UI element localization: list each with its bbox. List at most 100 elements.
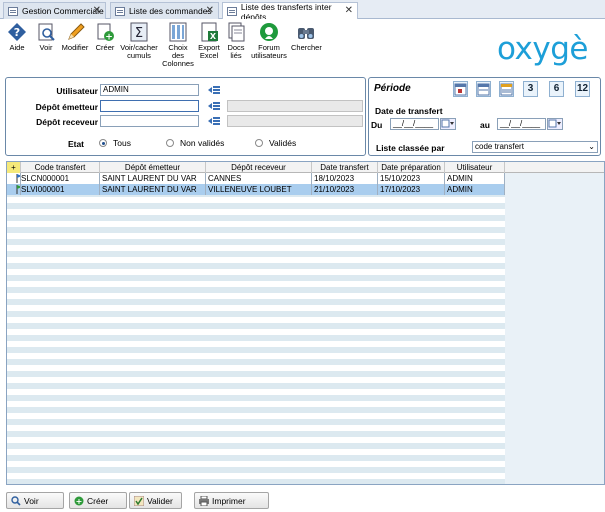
- close-icon[interactable]: ✕: [93, 5, 101, 16]
- calendar-12-months-button[interactable]: 12: [575, 81, 590, 97]
- calendar-week-button[interactable]: [476, 81, 491, 97]
- liste-classee-label: Liste classée par: [376, 143, 445, 153]
- date-picker-icon[interactable]: [440, 118, 456, 130]
- forum-utilisateurs-button[interactable]: Forum utilisateurs: [251, 22, 287, 60]
- sigma-icon: Σ: [129, 22, 149, 42]
- table-cell: 17/10/2023: [378, 184, 445, 195]
- pencil-icon: [65, 22, 85, 42]
- aide-label: Aide: [9, 43, 25, 52]
- table-cell: SLVI000001: [21, 184, 100, 195]
- add-row-button[interactable]: +: [7, 162, 21, 173]
- etat-radio-non-valides[interactable]: Non validés: [166, 138, 224, 148]
- close-icon[interactable]: ✕: [206, 5, 214, 16]
- export-excel-button[interactable]: X Export Excel: [197, 22, 221, 60]
- etat-option-label: Tous: [113, 138, 131, 148]
- utilisateur-field[interactable]: ADMIN: [100, 84, 199, 96]
- date-picker-icon[interactable]: [547, 118, 563, 130]
- linked-docs-icon: [226, 22, 246, 42]
- etat-radio-valides[interactable]: Validés: [255, 138, 296, 148]
- table-cell: SLCN000001: [21, 173, 100, 184]
- calendar-6-months-button[interactable]: 6: [549, 81, 564, 97]
- brand-logo: oxygè: [497, 31, 588, 67]
- chevron-down-icon: ⌄: [588, 142, 595, 151]
- lookup-icon[interactable]: [208, 85, 220, 95]
- aide-button[interactable]: ? Aide: [5, 22, 29, 52]
- table-row[interactable]: SLCN000001 SAINT LAURENT DU VAR CANNES 18/1…: [7, 173, 505, 184]
- svg-text:Σ: Σ: [135, 26, 143, 41]
- voir-bottom-button[interactable]: Voir: [6, 492, 64, 509]
- close-icon[interactable]: ✕: [345, 5, 353, 16]
- excel-icon: X: [199, 22, 219, 42]
- depot-emetteur-label: Dépôt émetteur: [35, 102, 98, 112]
- depot-emetteur-field[interactable]: [100, 100, 199, 112]
- calendar-month-button[interactable]: [499, 81, 514, 97]
- app-window: Gestion Commerciale ✕ Liste des commande…: [0, 0, 605, 512]
- imprimer-bottom-button[interactable]: Imprimer: [194, 492, 269, 509]
- depot-receveur-field[interactable]: [100, 115, 199, 127]
- calendar-3-months-button[interactable]: 3: [523, 81, 538, 97]
- table-cell: ADMIN: [445, 184, 505, 195]
- svg-text:?: ?: [14, 26, 20, 39]
- tab-liste-commandes[interactable]: Liste des commandes ✕: [110, 2, 219, 19]
- etat-label: Etat: [67, 139, 84, 149]
- lookup-icon[interactable]: [208, 116, 220, 126]
- sort-select-value: code transfert: [475, 142, 524, 151]
- choix-colonnes-button[interactable]: Choix des Colonnes: [162, 22, 194, 68]
- creer-bottom-button[interactable]: + Créer: [69, 492, 127, 509]
- cumuls-label: cumuls: [127, 51, 151, 60]
- voir-label: Voir: [39, 43, 53, 52]
- column-header[interactable]: Code transfert: [21, 162, 100, 173]
- table-cell: 15/10/2023: [378, 173, 445, 184]
- column-header[interactable]: Dépôt receveur: [206, 162, 312, 173]
- tab-label: Gestion Commerciale: [22, 6, 104, 16]
- voir-button[interactable]: Voir: [34, 22, 58, 52]
- document-icon: [227, 7, 237, 16]
- lookup-icon[interactable]: [208, 101, 220, 111]
- column-header[interactable]: Utilisateur: [445, 162, 505, 173]
- table-cell: CANNES: [206, 173, 312, 184]
- forum-icon: [259, 22, 279, 42]
- table-cell: 21/10/2023: [312, 184, 378, 195]
- radio-icon: [255, 139, 263, 147]
- periode-title: Période: [374, 83, 411, 94]
- help-icon: ?: [7, 22, 27, 42]
- table-cell: ADMIN: [445, 173, 505, 184]
- column-header[interactable]: Dépôt émetteur: [100, 162, 206, 173]
- column-header[interactable]: Date transfert: [312, 162, 378, 173]
- row-flag-icon: [7, 184, 21, 195]
- modifier-label: Modifier: [61, 43, 89, 52]
- document-icon: [115, 6, 125, 16]
- etat-option-label: Validés: [269, 138, 297, 148]
- binoculars-icon: [296, 22, 316, 42]
- etat-radio-tous[interactable]: Tous: [99, 138, 131, 148]
- date-transfert-label: Date de transfert: [375, 106, 443, 116]
- voir-cacher-cumuls-button[interactable]: Σ Voir/cacher cumuls: [120, 22, 158, 60]
- date-du-field[interactable]: __/__/____: [390, 118, 439, 130]
- depot-emetteur-name-field: [227, 100, 363, 112]
- modifier-button[interactable]: Modifier: [61, 22, 89, 52]
- sort-select[interactable]: code transfert ⌄: [472, 141, 598, 153]
- tab-liste-transferts[interactable]: Liste des transferts inter dépôts ✕: [222, 2, 358, 22]
- columns-icon: [168, 22, 188, 42]
- etat-option-label: Non validés: [180, 138, 225, 148]
- svg-text:+: +: [105, 33, 113, 43]
- creer-button[interactable]: + Créer: [93, 22, 117, 52]
- calendar-day-button[interactable]: [453, 81, 468, 97]
- valider-bottom-label: Valider: [147, 495, 173, 506]
- printer-icon: [199, 495, 209, 506]
- au-label: au: [480, 120, 490, 130]
- tab-gestion-commerciale[interactable]: Gestion Commerciale ✕: [3, 2, 106, 19]
- docs-lies-button[interactable]: Docs liés: [226, 22, 246, 60]
- chercher-button[interactable]: Chercher: [291, 22, 322, 52]
- validate-icon: [133, 495, 145, 506]
- creer-bottom-label: Créer: [87, 495, 109, 506]
- colonnes-label: Colonnes: [162, 59, 194, 68]
- table-row[interactable]: SLVI000001 SAINT LAURENT DU VAR VILLENEUVE…: [7, 184, 505, 195]
- column-header[interactable]: Date préparation: [378, 162, 445, 173]
- valider-bottom-button[interactable]: Valider: [129, 492, 182, 509]
- chercher-label: Chercher: [291, 43, 322, 52]
- view-icon: [11, 495, 21, 506]
- lies-label: liés: [230, 51, 242, 60]
- date-au-field[interactable]: __/__/____: [497, 118, 546, 130]
- add-icon: +: [74, 496, 84, 506]
